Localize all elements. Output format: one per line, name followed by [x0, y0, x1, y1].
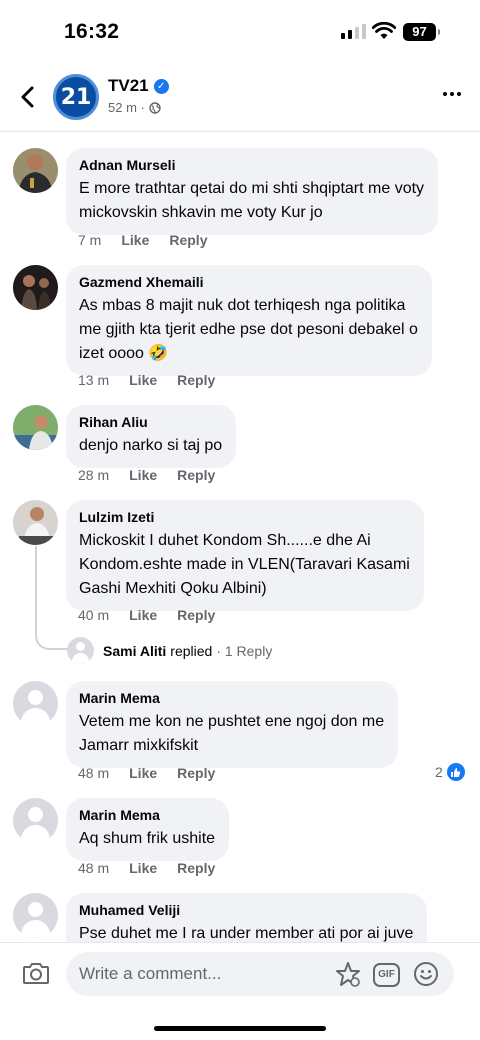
- comment-bubble[interactable]: Rihan Aliu denjo narko si taj po: [66, 405, 237, 468]
- gif-button[interactable]: GIF: [373, 963, 400, 987]
- comment-text: As mbas 8 majit nuk dot terhiqesh nga po…: [79, 297, 418, 362]
- reaction-count-number: 2: [435, 764, 443, 780]
- reply-verb: replied: [170, 642, 213, 659]
- like-button[interactable]: Like: [129, 860, 157, 876]
- page-avatar[interactable]: 21: [53, 74, 99, 120]
- comment-author[interactable]: Rihan Aliu: [79, 414, 222, 431]
- reply-count: · 1 Reply: [216, 642, 273, 659]
- comment-text: Aq shum frik ushite: [79, 830, 216, 847]
- comment-author[interactable]: Marin Mema: [79, 807, 215, 824]
- view-replies-link[interactable]: Sami Aliti replied · 1 Reply: [67, 637, 272, 664]
- wifi-icon: [372, 22, 396, 39]
- reply-button[interactable]: Reply: [177, 607, 215, 623]
- reply-author: Sami Aliti: [103, 642, 167, 659]
- post-meta: 52 m ·: [108, 100, 161, 115]
- comment-author[interactable]: Marin Mema: [79, 690, 384, 707]
- reply-button[interactable]: Reply: [169, 232, 207, 248]
- avatar[interactable]: [13, 798, 58, 843]
- cellular-signal-icon: [341, 24, 366, 39]
- avatar[interactable]: [13, 265, 58, 310]
- more-options-icon[interactable]: [443, 92, 461, 96]
- avatar[interactable]: [13, 500, 58, 545]
- avatar[interactable]: [13, 405, 58, 450]
- avatar-sticker-icon[interactable]: [334, 961, 362, 989]
- reply-button[interactable]: Reply: [177, 860, 215, 876]
- reaction-count[interactable]: 2: [435, 763, 465, 781]
- avatar[interactable]: [13, 893, 58, 938]
- comment-time: 28 m: [78, 467, 110, 483]
- comment-time: 40 m: [78, 607, 110, 623]
- thread-connector: [35, 546, 68, 650]
- status-time: 16:32: [64, 20, 120, 43]
- reply-button[interactable]: Reply: [177, 372, 215, 388]
- comment-time: 7 m: [78, 232, 102, 248]
- comment-time: 48 m: [78, 860, 110, 876]
- reply-button[interactable]: Reply: [177, 467, 215, 483]
- avatar[interactable]: [13, 148, 58, 193]
- like-button[interactable]: Like: [129, 467, 157, 483]
- like-button[interactable]: Like: [129, 765, 157, 781]
- comment-bubble[interactable]: Marin Mema Vetem me kon ne pushtet ene n…: [66, 681, 399, 768]
- comment-author[interactable]: Muhamed Veliji: [79, 902, 413, 919]
- comment-bubble[interactable]: Marin Mema Aq shum frik ushite: [66, 798, 230, 861]
- thumbs-up-icon: [446, 763, 465, 781]
- comment-author[interactable]: Lulzim Izeti: [79, 509, 410, 526]
- back-arrow-icon[interactable]: [16, 83, 40, 111]
- post-time: 52 m ·: [108, 100, 145, 115]
- comment-actions: 13 m Like Reply: [78, 372, 235, 388]
- post-header: 21 TV21 ✓ 52 m ·: [0, 64, 480, 132]
- comment-bubble[interactable]: Lulzim Izeti Mickoskit I duhet Kondom Sh…: [66, 500, 424, 611]
- comment-bubble[interactable]: Gazmend Xhemaili As mbas 8 majit nuk dot…: [66, 265, 432, 376]
- comment-text: Vetem me kon ne pushtet ene ngoj don me …: [79, 713, 385, 754]
- reply-button[interactable]: Reply: [177, 765, 215, 781]
- comment-actions: 48 m Like Reply: [78, 765, 235, 781]
- comment-author[interactable]: Gazmend Xhemaili: [79, 274, 418, 291]
- comment-text: E more trathtar qetai do mi shti shqipta…: [79, 180, 425, 221]
- camera-icon[interactable]: [22, 961, 50, 985]
- comment-text: denjo narko si taj po: [79, 437, 223, 454]
- comment-input[interactable]: Write a comment... GIF: [66, 952, 454, 996]
- page-name[interactable]: TV21 ✓: [108, 76, 169, 96]
- comment-time: 13 m: [78, 372, 110, 388]
- emoji-icon[interactable]: [413, 961, 439, 987]
- reply-avatar: [67, 637, 94, 664]
- home-indicator: [154, 1026, 326, 1031]
- comment-bubble[interactable]: Adnan Murseli E more trathtar qetai do m…: [66, 148, 439, 235]
- comment-input-placeholder: Write a comment...: [79, 964, 222, 983]
- globe-icon: [149, 101, 161, 114]
- comment-actions: 48 m Like Reply: [78, 860, 235, 876]
- page-logo-text: 21: [60, 84, 92, 110]
- comment-composer: Write a comment... GIF: [0, 942, 480, 1040]
- like-button[interactable]: Like: [121, 232, 149, 248]
- battery-indicator: 97: [403, 23, 440, 41]
- page-name-label: TV21: [108, 76, 149, 95]
- comment-text: Mickoskit I duhet Kondom Sh......e dhe A…: [79, 532, 410, 597]
- verified-badge-icon: ✓: [153, 78, 169, 94]
- comment-actions: 40 m Like Reply: [78, 607, 235, 623]
- status-bar: 16:32 97: [0, 0, 480, 64]
- like-button[interactable]: Like: [129, 607, 157, 623]
- like-button[interactable]: Like: [129, 372, 157, 388]
- comment-actions: 7 m Like Reply: [78, 232, 227, 248]
- comment-actions: 28 m Like Reply: [78, 467, 235, 483]
- comment-author[interactable]: Adnan Murseli: [79, 157, 424, 174]
- comment-time: 48 m: [78, 765, 110, 781]
- avatar[interactable]: [13, 681, 58, 726]
